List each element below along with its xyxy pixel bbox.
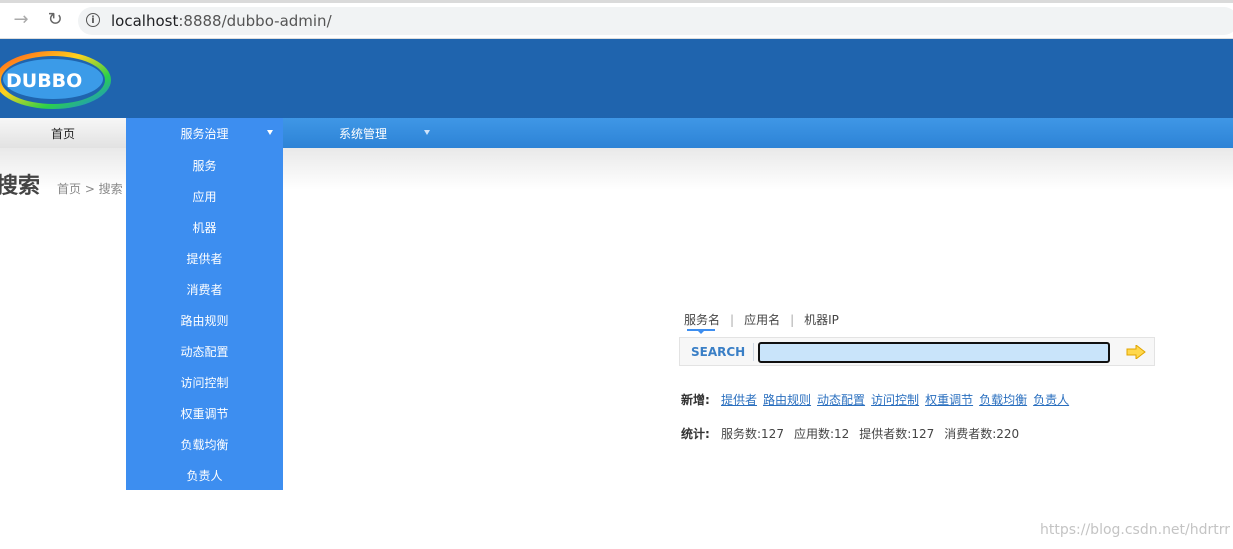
arrow-right-icon[interactable] — [1126, 345, 1146, 359]
tab-separator: | — [790, 313, 795, 327]
active-tab-arrow-icon — [697, 330, 705, 334]
menu-item-provider[interactable]: 提供者 — [126, 241, 283, 272]
stats: 服务数:127 应用数:12 提供者数:127 消费者数:220 — [721, 425, 1029, 442]
search-divider — [753, 343, 754, 361]
menu-item-machine[interactable]: 机器 — [126, 210, 283, 241]
browser-toolbar: → ↻ i localhost:8888/dubbo-admin/ — [0, 0, 1233, 38]
add-links: 提供者 路由规则 动态配置 访问控制 权重调节 负载均衡 负责人 — [721, 391, 1075, 408]
nav-system-management-label: 系统管理 — [338, 127, 387, 141]
add-weight-link[interactable]: 权重调节 — [925, 393, 973, 407]
arrow-right-icon[interactable]: → — [10, 9, 32, 31]
page-title: 搜索 — [0, 174, 41, 199]
stat-applications: 应用数:12 — [793, 427, 850, 441]
menu-item-consumer[interactable]: 消费者 — [126, 272, 283, 303]
tab-machine-ip[interactable]: 机器IP — [804, 313, 839, 327]
url-path: :8888/dubbo-admin/ — [178, 12, 332, 30]
tab-application-name[interactable]: 应用名 — [744, 313, 780, 327]
header-banner: DUBBO — [0, 38, 1233, 118]
url-text[interactable]: localhost:8888/dubbo-admin/ — [111, 12, 332, 30]
stat-consumers: 消费者数:220 — [944, 427, 1020, 441]
menu-item-service[interactable]: 服务 — [126, 148, 283, 179]
info-icon[interactable]: i — [86, 13, 100, 27]
search-input[interactable] — [758, 342, 1110, 363]
add-route-rule-link[interactable]: 路由规则 — [763, 393, 811, 407]
menu-item-weight[interactable]: 权重调节 — [126, 396, 283, 427]
nav-system-management[interactable]: 系统管理 — [283, 118, 443, 148]
add-dynamic-config-link[interactable]: 动态配置 — [817, 393, 865, 407]
add-access-control-link[interactable]: 访问控制 — [871, 393, 919, 407]
menu-item-route-rules[interactable]: 路由规则 — [126, 303, 283, 334]
menu-item-application[interactable]: 应用 — [126, 179, 283, 210]
reload-icon[interactable]: ↻ — [44, 9, 66, 31]
url-host: localhost — [111, 12, 179, 30]
nav-service-governance-label: 服务治理 — [180, 127, 229, 141]
stat-services: 服务数:127 — [721, 427, 784, 441]
tab-separator: | — [730, 313, 735, 327]
watermark: https://blog.csdn.net/hdrtrr — [1040, 522, 1231, 538]
search-tabs: 服务名 | 应用名 | 机器IP — [684, 311, 839, 328]
main-navbar: 首页 服务治理 系统管理 — [0, 118, 1233, 148]
add-label: 新增: — [681, 393, 710, 407]
nav-home[interactable]: 首页 — [0, 118, 126, 148]
tab-service-name[interactable]: 服务名 — [684, 313, 720, 327]
menu-item-load-balance[interactable]: 负载均衡 — [126, 427, 283, 458]
menu-item-owner[interactable]: 负责人 — [126, 458, 283, 489]
nav-service-governance[interactable]: 服务治理 — [126, 118, 283, 148]
menu-item-access-control[interactable]: 访问控制 — [126, 365, 283, 396]
menu-item-dynamic-config[interactable]: 动态配置 — [126, 334, 283, 365]
add-owner-link[interactable]: 负责人 — [1033, 393, 1069, 407]
caret-down-icon — [424, 130, 430, 135]
dubbo-logo[interactable]: DUBBO — [0, 47, 114, 113]
breadcrumb[interactable]: 首页 > 搜索 — [57, 180, 123, 197]
stat-providers: 提供者数:127 — [859, 427, 935, 441]
service-governance-dropdown: 服务 应用 机器 提供者 消费者 路由规则 动态配置 访问控制 权重调节 负载均… — [126, 148, 283, 490]
caret-down-icon — [267, 130, 273, 135]
add-load-balance-link[interactable]: 负载均衡 — [979, 393, 1027, 407]
search-box: SEARCH — [679, 337, 1155, 366]
add-provider-link[interactable]: 提供者 — [721, 393, 757, 407]
address-bar[interactable]: i localhost:8888/dubbo-admin/ — [78, 7, 1233, 35]
search-label: SEARCH — [691, 345, 746, 359]
stats-label: 统计: — [681, 427, 710, 441]
logo-text: DUBBO — [6, 70, 82, 92]
